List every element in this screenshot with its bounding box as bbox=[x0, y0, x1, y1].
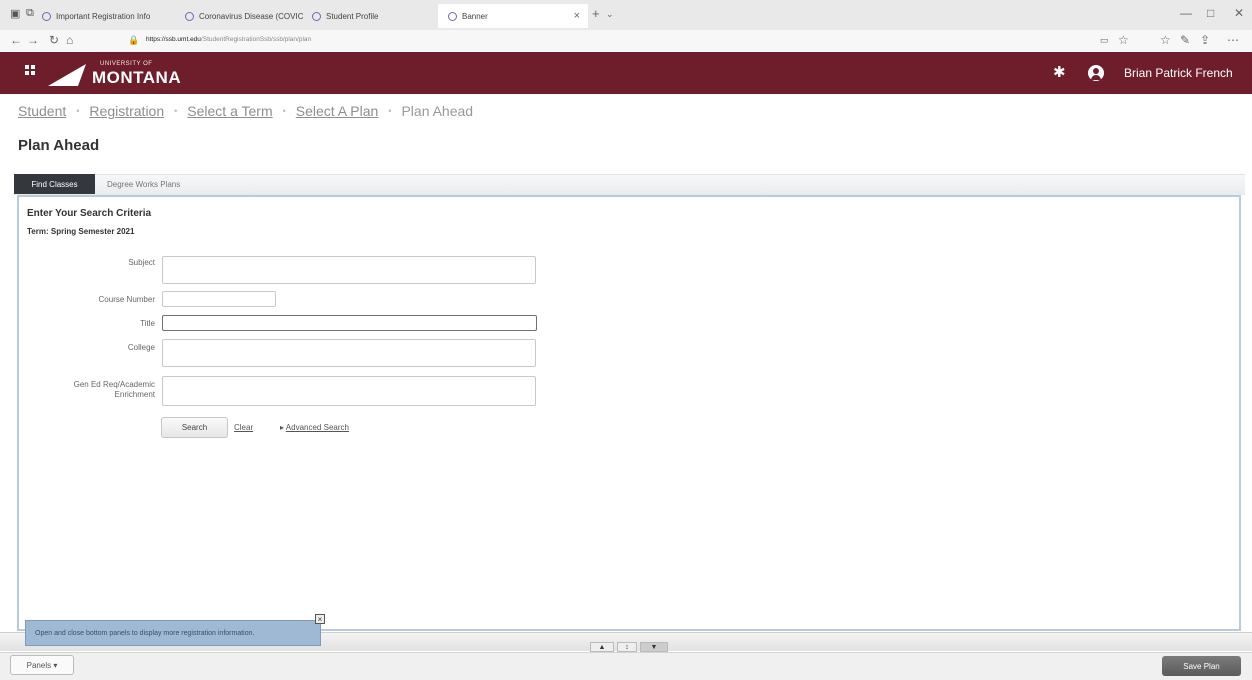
info-tooltip: Open and close bottom panels to display … bbox=[25, 620, 321, 646]
save-plan-button[interactable]: Save Plan bbox=[1162, 656, 1241, 676]
logo-mountain-icon bbox=[48, 64, 86, 86]
url-host: https://ssb.umt.edu bbox=[146, 36, 201, 43]
title-input[interactable] bbox=[162, 315, 537, 331]
favorite-star-icon[interactable]: ☆ bbox=[1118, 33, 1129, 47]
set-aside-tabs-icon[interactable]: ⧉ bbox=[26, 7, 34, 20]
tab-degree-works-plans[interactable]: Degree Works Plans bbox=[107, 180, 180, 189]
reading-view-icon[interactable]: ▭ bbox=[1100, 35, 1109, 46]
page-icon bbox=[185, 11, 194, 21]
gear-icon[interactable]: ✱ bbox=[1053, 63, 1066, 81]
minimize-icon[interactable]: — bbox=[1180, 6, 1192, 20]
page-icon bbox=[312, 11, 321, 21]
url-path: /StudentRegistrationSsb/ssb/plan/plan bbox=[200, 36, 312, 43]
gen-ed-label-line2: Enrichment bbox=[114, 390, 155, 399]
restore-icon[interactable]: □ bbox=[1207, 6, 1214, 20]
browser-tab[interactable]: Important Registration Info bbox=[42, 4, 150, 28]
app-header: UNIVERSITY OF MONTANA ✱ Brian Patrick Fr… bbox=[0, 52, 1252, 94]
university-logo[interactable]: UNIVERSITY OF MONTANA bbox=[46, 60, 181, 88]
subject-label: Subject bbox=[128, 258, 155, 267]
breadcrumb: Student • Registration • Select a Term •… bbox=[18, 103, 473, 119]
share-icon[interactable]: ⇪ bbox=[1200, 33, 1210, 47]
panel-toggle-icon[interactable]: ↕ bbox=[617, 642, 637, 652]
panel-up-icon[interactable]: ▲ bbox=[590, 642, 614, 652]
favorites-icon[interactable]: ☆ bbox=[1160, 33, 1171, 47]
subject-input[interactable] bbox=[162, 256, 536, 284]
close-window-icon[interactable]: ✕ bbox=[1234, 6, 1244, 20]
search-button[interactable]: Search bbox=[161, 417, 228, 438]
breadcrumb-separator: • bbox=[282, 106, 286, 116]
clear-link[interactable]: Clear bbox=[234, 423, 253, 432]
browser-tab-label: Student Profile bbox=[326, 11, 379, 21]
breadcrumb-registration[interactable]: Registration bbox=[89, 103, 164, 119]
close-icon[interactable]: × bbox=[315, 614, 325, 624]
back-icon[interactable]: ← bbox=[10, 33, 22, 47]
refresh-icon[interactable]: ↻ bbox=[49, 33, 59, 47]
footer-bar bbox=[0, 652, 1252, 680]
gen-ed-input[interactable] bbox=[162, 376, 536, 406]
panels-button[interactable]: Panels ▾ bbox=[10, 655, 74, 675]
tab-strip bbox=[14, 174, 1245, 195]
browser-tab-active[interactable]: Banner × bbox=[438, 4, 588, 28]
breadcrumb-student[interactable]: Student bbox=[18, 103, 66, 119]
search-criteria-heading: Enter Your Search Criteria bbox=[27, 208, 152, 219]
course-number-label: Course Number bbox=[98, 295, 155, 304]
logo-subtitle: UNIVERSITY OF bbox=[100, 61, 153, 67]
gen-ed-label: Gen Ed Req/Academic Enrichment bbox=[25, 380, 155, 400]
chevron-down-icon[interactable]: ⌄ bbox=[606, 9, 614, 20]
pen-icon[interactable]: ✎ bbox=[1180, 33, 1190, 47]
course-number-input[interactable] bbox=[162, 291, 276, 307]
browser-tab[interactable]: Coronavirus Disease (COVIC bbox=[185, 4, 303, 28]
browser-tab[interactable]: Student Profile bbox=[312, 4, 378, 28]
page-icon bbox=[448, 11, 457, 21]
tab-actions-icon[interactable]: ▣ bbox=[10, 7, 20, 20]
browser-tab-label: Banner bbox=[462, 11, 488, 21]
app-menu-icon[interactable] bbox=[25, 65, 35, 75]
close-tab-icon[interactable]: × bbox=[574, 10, 580, 22]
breadcrumb-select-term[interactable]: Select a Term bbox=[187, 103, 272, 119]
browser-tab-bar: ▣ ⧉ Important Registration Info Coronavi… bbox=[0, 0, 1252, 30]
user-icon[interactable] bbox=[1088, 65, 1104, 81]
home-icon[interactable]: ⌂ bbox=[66, 33, 73, 47]
browser-tab-label: Important Registration Info bbox=[56, 11, 151, 21]
address-bar: ← → ↻ ⌂ 🔒 https://ssb.umt.edu/StudentReg… bbox=[0, 30, 1252, 53]
url-field[interactable]: https://ssb.umt.edu/StudentRegistrationS… bbox=[146, 36, 311, 43]
logo-title: MONTANA bbox=[92, 68, 182, 87]
breadcrumb-separator: • bbox=[388, 106, 392, 116]
page-icon bbox=[42, 11, 51, 21]
term-label: Term: Spring Semester 2021 bbox=[27, 227, 135, 236]
browser-tab-label: Coronavirus Disease (COVIC bbox=[199, 11, 304, 21]
lock-icon: 🔒 bbox=[128, 35, 140, 45]
gen-ed-label-line1: Gen Ed Req/Academic bbox=[73, 380, 155, 389]
page-title: Plan Ahead bbox=[18, 137, 100, 154]
username[interactable]: Brian Patrick French bbox=[1124, 66, 1233, 80]
advanced-search-link[interactable]: ▸ Advanced Search bbox=[280, 423, 349, 432]
breadcrumb-separator: • bbox=[174, 106, 178, 116]
tab-find-classes[interactable]: Find Classes bbox=[14, 174, 95, 194]
college-input[interactable] bbox=[162, 339, 536, 367]
panel-down-icon[interactable]: ▼ bbox=[640, 642, 668, 652]
breadcrumb-separator: • bbox=[76, 106, 80, 116]
breadcrumb-current: Plan Ahead bbox=[401, 103, 474, 119]
forward-icon[interactable]: → bbox=[27, 33, 39, 47]
panels-label: Panels bbox=[26, 660, 52, 670]
breadcrumb-select-plan[interactable]: Select A Plan bbox=[296, 103, 379, 119]
title-label: Title bbox=[140, 319, 155, 328]
chevron-down-icon: ▾ bbox=[53, 660, 58, 670]
college-label: College bbox=[127, 343, 155, 352]
advanced-search-label: Advanced Search bbox=[285, 423, 349, 432]
new-tab-icon[interactable]: + bbox=[592, 6, 600, 21]
more-icon[interactable]: ⋯ bbox=[1227, 33, 1239, 47]
